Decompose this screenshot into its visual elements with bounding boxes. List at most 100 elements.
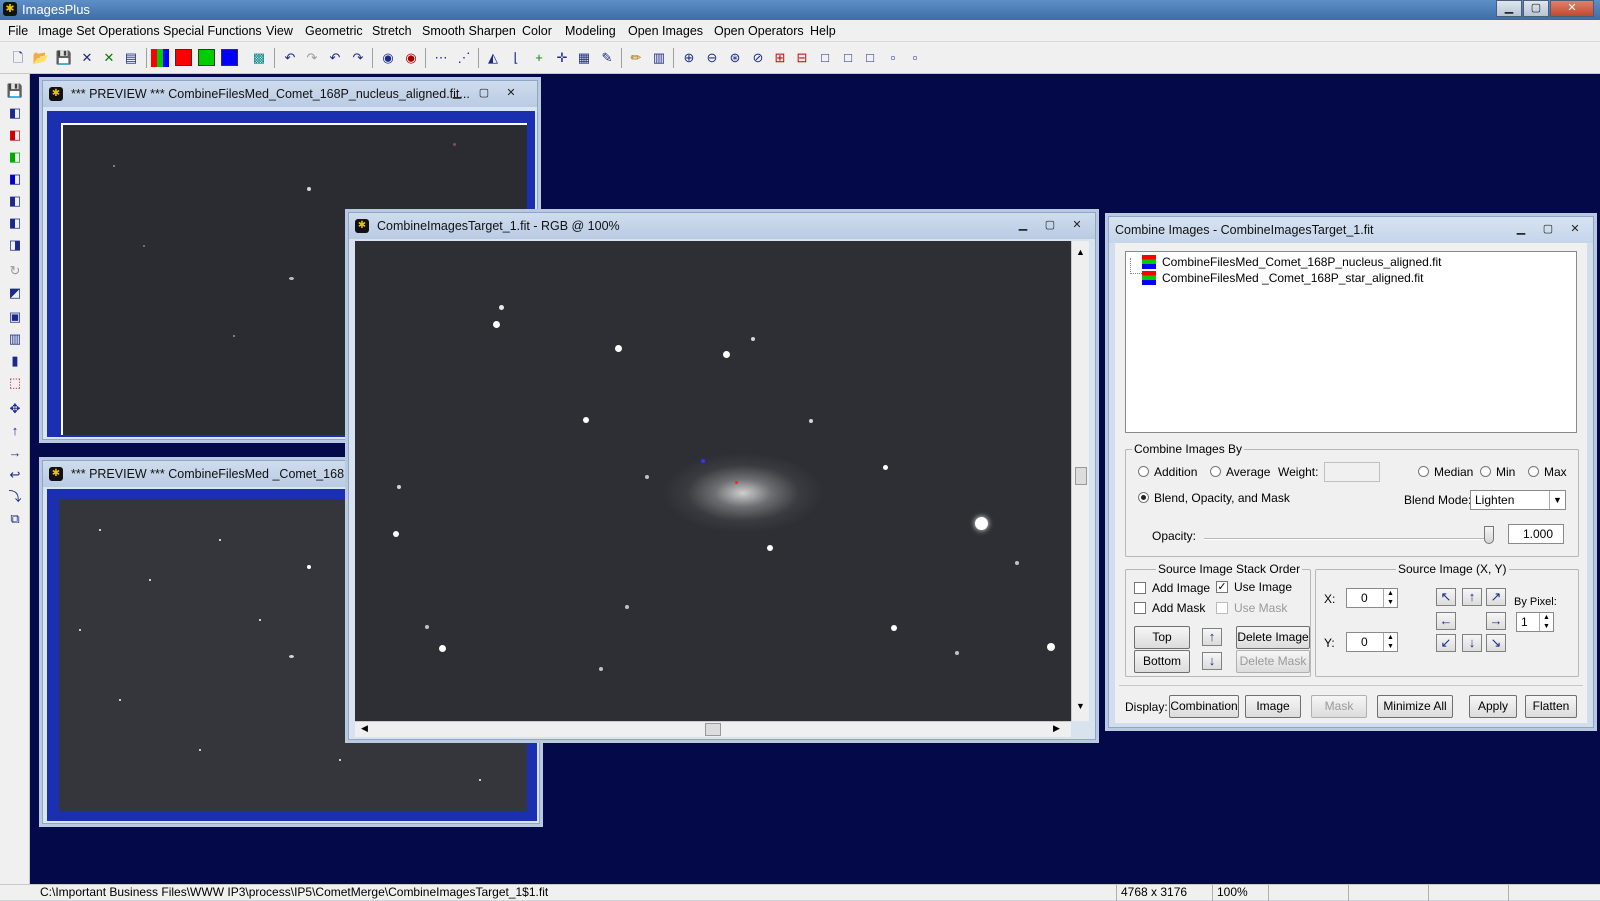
points-icon[interactable]: ⋰ bbox=[454, 48, 474, 68]
frame-large-icon[interactable]: □ bbox=[815, 48, 835, 68]
x-stepper[interactable]: 0 ▲ ▼ bbox=[1346, 588, 1398, 608]
green-channel-button[interactable] bbox=[198, 49, 215, 66]
zoom-actual-icon[interactable]: ⊘ bbox=[748, 48, 768, 68]
menu-image-set-operations[interactable]: Image Set Operations bbox=[38, 24, 160, 38]
frame-small-icon[interactable]: □ bbox=[860, 48, 880, 68]
add-image-checkbox[interactable] bbox=[1134, 582, 1146, 594]
menu-help[interactable]: Help bbox=[810, 24, 836, 38]
scroll-right-icon[interactable]: ▶ bbox=[1053, 723, 1060, 734]
new-file-icon[interactable]: 🗋 bbox=[8, 48, 28, 68]
arrow-right-icon[interactable]: → bbox=[1486, 612, 1506, 630]
arrow-return-icon[interactable]: ↩ bbox=[5, 466, 25, 484]
dots-icon[interactable]: ⋯ bbox=[431, 48, 451, 68]
by-pixel-stepper[interactable]: 1 ▲ ▼ bbox=[1516, 612, 1554, 632]
maximize-button[interactable]: ▢ bbox=[1038, 217, 1062, 233]
copy-layer-icon[interactable]: ◧ bbox=[5, 192, 25, 210]
list-item[interactable]: CombineFilesMed_Comet_168P_nucleus_align… bbox=[1162, 255, 1442, 269]
maximize-button[interactable]: ▢ bbox=[472, 85, 496, 101]
menu-open-operators[interactable]: Open Operators bbox=[714, 24, 804, 38]
close-all-icon[interactable]: ✕ bbox=[99, 48, 119, 68]
arrow-down-icon[interactable]: ↓ bbox=[1462, 634, 1482, 652]
menu-geometric[interactable]: Geometric bbox=[305, 24, 363, 38]
spinner-icon[interactable]: ▲ ▼ bbox=[1539, 613, 1553, 631]
pointer-icon[interactable]: ⬚ bbox=[5, 374, 25, 392]
add-mask-checkbox[interactable] bbox=[1134, 602, 1146, 614]
blend-opacity-mask-radio[interactable] bbox=[1138, 492, 1149, 503]
menu-special-functions[interactable]: Special Functions bbox=[163, 24, 262, 38]
arrow-left-icon[interactable]: ← bbox=[1436, 612, 1456, 630]
add-frame-icon[interactable]: ⊞ bbox=[770, 48, 790, 68]
menu-smooth-sharpen[interactable]: Smooth Sharpen bbox=[422, 24, 516, 38]
max-radio[interactable] bbox=[1528, 466, 1539, 477]
mask-button[interactable]: Mask bbox=[1311, 695, 1367, 718]
save-icon[interactable]: 💾 bbox=[5, 82, 25, 100]
arrow-down-icon[interactable]: ↓ bbox=[1202, 652, 1222, 670]
grayscale-icon[interactable]: ▩ bbox=[249, 48, 269, 68]
minimize-all-button[interactable]: Minimize All bbox=[1377, 695, 1453, 718]
flatten-button[interactable]: Flatten bbox=[1525, 695, 1577, 718]
menu-view[interactable]: View bbox=[266, 24, 293, 38]
delete-mask-button[interactable]: Delete Mask bbox=[1236, 650, 1310, 673]
scroll-thumb[interactable] bbox=[705, 723, 721, 736]
frame-smaller-icon[interactable]: ▫ bbox=[883, 48, 903, 68]
use-image-checkbox[interactable]: ✓ bbox=[1216, 581, 1228, 593]
close-button[interactable]: ✕ bbox=[1065, 217, 1089, 233]
chevron-down-icon[interactable]: ▼ bbox=[1549, 491, 1565, 509]
average-radio[interactable] bbox=[1210, 466, 1221, 477]
target-image-canvas[interactable] bbox=[355, 241, 1071, 721]
gradient-icon[interactable]: ◩ bbox=[5, 284, 25, 302]
median-radio[interactable] bbox=[1418, 466, 1429, 477]
arrow-down-left-icon[interactable]: ↙ bbox=[1436, 634, 1456, 652]
blue-layer-icon[interactable]: ◧ bbox=[5, 170, 25, 188]
scroll-thumb[interactable] bbox=[1075, 467, 1087, 485]
calculator-icon[interactable]: ▦ bbox=[574, 48, 594, 68]
select-box-icon[interactable]: ▣ bbox=[5, 308, 25, 326]
maximize-button[interactable]: ▢ bbox=[1536, 221, 1560, 237]
print-icon[interactable]: ▤ bbox=[121, 48, 141, 68]
redo-all-icon[interactable]: ↷ bbox=[348, 48, 368, 68]
menu-open-images[interactable]: Open Images bbox=[628, 24, 703, 38]
move-icon[interactable]: ✥ bbox=[5, 400, 25, 418]
save-icon[interactable]: 💾 bbox=[54, 48, 74, 68]
y-stepper[interactable]: 0 ▲ ▼ bbox=[1346, 632, 1398, 652]
arrow-up-right-icon[interactable]: ↗ bbox=[1486, 588, 1506, 606]
copy-icon[interactable]: ⧉ bbox=[5, 510, 25, 528]
menu-file[interactable]: File bbox=[8, 24, 28, 38]
blue-channel-button[interactable] bbox=[221, 49, 238, 66]
curve-icon[interactable]: ⌊ bbox=[506, 48, 526, 68]
image-button[interactable]: Image bbox=[1245, 695, 1301, 718]
combination-button[interactable]: Combination bbox=[1169, 695, 1239, 718]
remove-frame-icon[interactable]: ⊟ bbox=[792, 48, 812, 68]
app-close-button[interactable]: ✕ bbox=[1550, 0, 1594, 17]
layer-white-icon[interactable]: ◨ bbox=[5, 236, 25, 254]
arrow-up-icon[interactable]: ↑ bbox=[1462, 588, 1482, 606]
selection-icon[interactable]: ◉ bbox=[401, 48, 421, 68]
top-button[interactable]: Top bbox=[1134, 626, 1190, 649]
pencil-icon[interactable]: ✏ bbox=[626, 48, 646, 68]
menu-stretch[interactable]: Stretch bbox=[372, 24, 412, 38]
list-item[interactable]: CombineFilesMed _Comet_168P_star_aligned… bbox=[1162, 271, 1423, 285]
blend-mode-select[interactable]: Lighten ▼ bbox=[1470, 490, 1566, 510]
close-image-icon[interactable]: ✕ bbox=[77, 48, 97, 68]
bottom-button[interactable]: Bottom bbox=[1134, 650, 1190, 673]
opacity-slider-thumb[interactable] bbox=[1484, 526, 1494, 544]
arrow-right-icon[interactable]: → bbox=[5, 444, 25, 462]
layers-icon[interactable]: ◧ bbox=[5, 104, 25, 122]
arrow-up-left-icon[interactable]: ↖ bbox=[1436, 588, 1456, 606]
spinner-icon[interactable]: ▲ ▼ bbox=[1383, 633, 1397, 651]
zoom-in-icon[interactable]: ⊕ bbox=[679, 48, 699, 68]
barcode-icon[interactable]: ▥ bbox=[5, 330, 25, 348]
histogram-icon[interactable]: ◭ bbox=[483, 48, 503, 68]
app-maximize-button[interactable]: ▢ bbox=[1523, 0, 1549, 17]
open-folder-icon[interactable]: 📂 bbox=[31, 48, 51, 68]
menu-color[interactable]: Color bbox=[522, 24, 552, 38]
minimize-button[interactable]: ▁ bbox=[1509, 221, 1533, 237]
horizontal-scrollbar[interactable]: ◀ ▶ bbox=[355, 721, 1071, 737]
zoom-out-icon[interactable]: ⊖ bbox=[702, 48, 722, 68]
undo-all-icon[interactable]: ↶ bbox=[325, 48, 345, 68]
spinner-icon[interactable]: ▲ ▼ bbox=[1383, 589, 1397, 607]
zoom-fit-icon[interactable]: ⊛ bbox=[725, 48, 745, 68]
paint-icon[interactable]: ✎ bbox=[597, 48, 617, 68]
undo-icon[interactable]: ↶ bbox=[280, 48, 300, 68]
rotate-icon[interactable]: ↻ bbox=[5, 262, 25, 280]
